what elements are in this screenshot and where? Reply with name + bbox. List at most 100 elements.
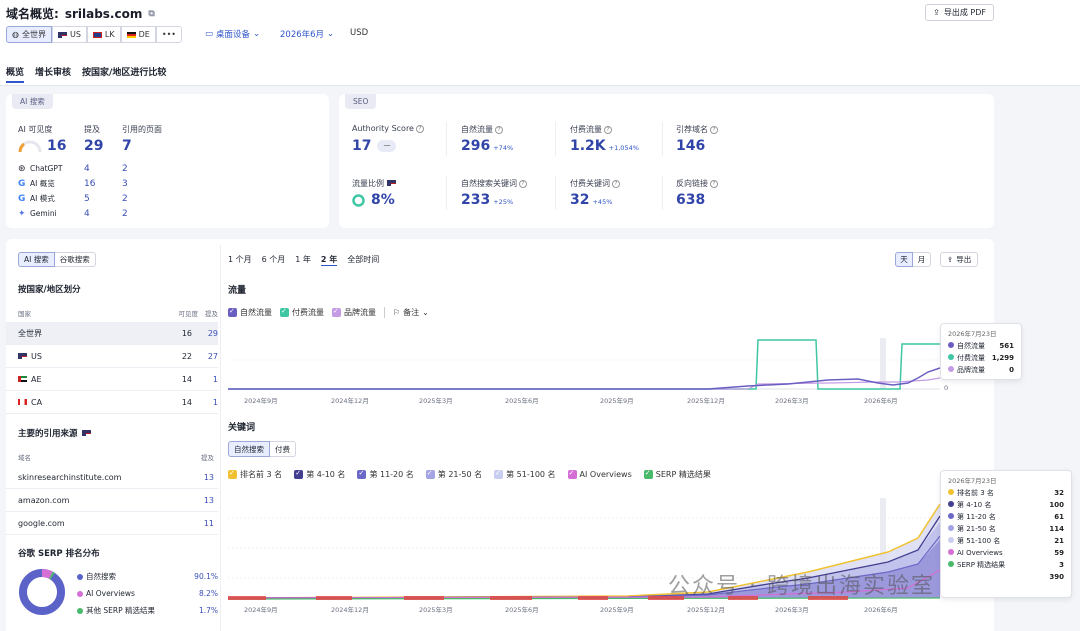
table-row[interactable]: skinresearchinstitute.com 13 bbox=[6, 466, 218, 489]
traffic-share: 8% bbox=[352, 192, 395, 208]
traffic-title: 流量 bbox=[228, 286, 247, 296]
range-6m[interactable]: 6 个月 bbox=[262, 254, 286, 266]
legend-4-10[interactable]: 第 4-10 名 bbox=[294, 469, 345, 480]
tab-paid-keywords[interactable]: 付费 bbox=[270, 441, 296, 457]
divider bbox=[446, 122, 447, 156]
legend-top3[interactable]: 排名前 3 名 bbox=[228, 469, 282, 480]
serp-legend-item: AI Overviews 8.2% bbox=[77, 585, 218, 602]
info-icon: ? bbox=[519, 179, 527, 188]
region-selector: ◍ 全世界 US LK DE ••• bbox=[6, 26, 182, 43]
granularity-month[interactable]: 月 bbox=[913, 252, 931, 267]
ai-platform-row: G AI 概览 16 3 bbox=[18, 178, 128, 189]
google-icon: G bbox=[18, 193, 26, 204]
legend-serp-features[interactable]: SERP 精选结果 bbox=[643, 469, 711, 480]
keywords-type-toggle: 自然搜索 付费 bbox=[228, 441, 296, 457]
range-1y[interactable]: 1 年 bbox=[295, 254, 311, 266]
table-row[interactable]: google.com 11 bbox=[6, 512, 218, 535]
region-more-button[interactable]: ••• bbox=[155, 26, 182, 43]
us-flag-icon bbox=[386, 180, 396, 186]
table-row[interactable]: CA 14 1 bbox=[6, 391, 218, 414]
serp-legend-item: 自然搜索 90.1% bbox=[77, 568, 218, 585]
export-pdf-button[interactable]: ⇪ 导出成 PDF bbox=[925, 4, 994, 21]
traffic-x-axis: 2024年9月 2024年12月 2025年3月 2025年6月 2025年9月… bbox=[244, 397, 898, 405]
ai-search-chip: AI 搜索 bbox=[12, 94, 53, 109]
referring-domains-label: 引荐域名? bbox=[676, 124, 718, 135]
country-table: 全世界 16 29 US 22 27 AE 14 1 CA 14 1 bbox=[6, 322, 218, 414]
mentions-value[interactable]: 29 bbox=[84, 138, 103, 154]
seo-chip: SEO bbox=[345, 94, 377, 109]
region-de[interactable]: DE bbox=[120, 26, 156, 43]
ae-flag-icon bbox=[18, 376, 27, 382]
table-row[interactable]: US 22 27 bbox=[6, 345, 218, 368]
tooltip-row: 第 4-10 名 100 bbox=[941, 499, 1071, 511]
sources-title: 主要的引用来源 bbox=[18, 427, 91, 439]
region-worldwide[interactable]: ◍ 全世界 bbox=[6, 26, 52, 43]
by-country-title: 按国家/地区划分 bbox=[18, 285, 81, 295]
region-us[interactable]: US bbox=[51, 26, 87, 43]
toggle-google-search[interactable]: 谷歌搜索 bbox=[54, 252, 96, 267]
tooltip-row: 付费流量 1,299 bbox=[941, 352, 1021, 364]
notes-dropdown[interactable]: ⚐ 备注 ⌄ bbox=[393, 307, 429, 318]
domain-name[interactable]: srilabs.com bbox=[65, 7, 143, 21]
organic-traffic-label: 自然流量? bbox=[461, 124, 503, 135]
cited-pages-label: 引用的页面 bbox=[122, 125, 162, 134]
legend-51-100[interactable]: 第 51-100 名 bbox=[494, 469, 556, 480]
range-tabs: 1 个月 6 个月 1 年 2 年 全部时间 bbox=[228, 254, 379, 266]
toggle-ai-search[interactable]: AI 搜索 bbox=[18, 252, 55, 267]
tooltip-total: 390 bbox=[1049, 573, 1064, 581]
chevron-down-icon: ⌄ bbox=[253, 29, 261, 39]
table-row[interactable]: AE 14 1 bbox=[6, 368, 218, 391]
table-row[interactable]: 全世界 16 29 bbox=[6, 322, 218, 345]
share-ring-icon bbox=[352, 193, 365, 207]
page-title: 域名概览: srilabs.com ⧉ bbox=[6, 5, 155, 22]
organic-traffic[interactable]: 296 +74% bbox=[461, 138, 513, 154]
authority-score: 17 一 bbox=[352, 138, 397, 154]
legend-11-20[interactable]: 第 11-20 名 bbox=[357, 469, 414, 480]
chevron-down-icon: ⌄ bbox=[422, 308, 429, 317]
divider bbox=[555, 176, 556, 210]
paid-keywords[interactable]: 32 +45% bbox=[570, 192, 612, 208]
ai-platform-row: ✦ Gemini 4 2 bbox=[18, 208, 128, 219]
range-2y[interactable]: 2 年 bbox=[320, 254, 338, 266]
us-flag-icon bbox=[57, 31, 67, 38]
tab-organic-keywords[interactable]: 自然搜索 bbox=[228, 441, 270, 457]
tab-overview[interactable]: 概览 bbox=[6, 65, 25, 83]
paid-traffic[interactable]: 1.2K +1,054% bbox=[570, 138, 639, 154]
paid-traffic-label: 付费流量? bbox=[570, 124, 612, 135]
organic-keywords[interactable]: 233 +25% bbox=[461, 192, 513, 208]
tab-growth-audit[interactable]: 增长审核 bbox=[35, 65, 71, 83]
keywords-title: 关键词 bbox=[228, 423, 256, 433]
authority-score-value: 17 bbox=[352, 138, 372, 154]
info-icon: ? bbox=[495, 125, 503, 134]
main-tabs: 概览 增长审核 按国家/地区进行比较 bbox=[6, 65, 166, 83]
referring-domains-value[interactable]: 146 bbox=[676, 138, 705, 154]
google-icon: G bbox=[18, 178, 26, 189]
authority-trend-badge: 一 bbox=[377, 140, 397, 152]
tooltip-row: AI Overviews 59 bbox=[941, 547, 1071, 559]
legend-21-50[interactable]: 第 21-50 名 bbox=[425, 469, 482, 480]
search-type-toggle: AI 搜索 谷歌搜索 bbox=[18, 252, 96, 267]
device-select[interactable]: ▭ 桌面设备 ⌄ bbox=[205, 28, 260, 40]
cited-pages-value[interactable]: 7 bbox=[122, 138, 132, 154]
monitor-icon: ▭ bbox=[205, 29, 214, 39]
range-1m[interactable]: 1 个月 bbox=[228, 254, 252, 266]
legend-brand-traffic[interactable]: 品牌流量 bbox=[332, 307, 376, 318]
legend-ai-overviews[interactable]: AI Overviews bbox=[567, 469, 632, 479]
tab-compare-countries[interactable]: 按国家/地区进行比较 bbox=[82, 65, 166, 83]
traffic-tooltip: 2026年7月23日 自然流量 561 付费流量 1,299 品牌流量 0 bbox=[940, 323, 1022, 380]
table-row[interactable]: amazon.com 13 bbox=[6, 489, 218, 512]
legend-paid-traffic[interactable]: 付费流量 bbox=[280, 307, 324, 318]
tooltip-row: 第 51-100 名 21 bbox=[941, 535, 1071, 547]
backlinks-value[interactable]: 638 bbox=[676, 192, 705, 208]
region-lk[interactable]: LK bbox=[86, 26, 121, 43]
date-select[interactable]: 2026年6月 ⌄ bbox=[280, 28, 334, 40]
traffic-share-label: 流量比例 bbox=[352, 178, 396, 189]
external-link-icon[interactable]: ⧉ bbox=[148, 9, 154, 19]
traffic-legend: 自然流量 付费流量 品牌流量 ⚐备注⌄ bbox=[228, 307, 429, 318]
backlinks-label: 反向链接? bbox=[676, 178, 718, 189]
legend-organic-traffic[interactable]: 自然流量 bbox=[228, 307, 272, 318]
divider bbox=[446, 176, 447, 210]
granularity-day[interactable]: 天 bbox=[895, 252, 913, 267]
range-all[interactable]: 全部时间 bbox=[347, 254, 379, 266]
export-button[interactable]: ⇪ 导出 bbox=[940, 252, 979, 267]
